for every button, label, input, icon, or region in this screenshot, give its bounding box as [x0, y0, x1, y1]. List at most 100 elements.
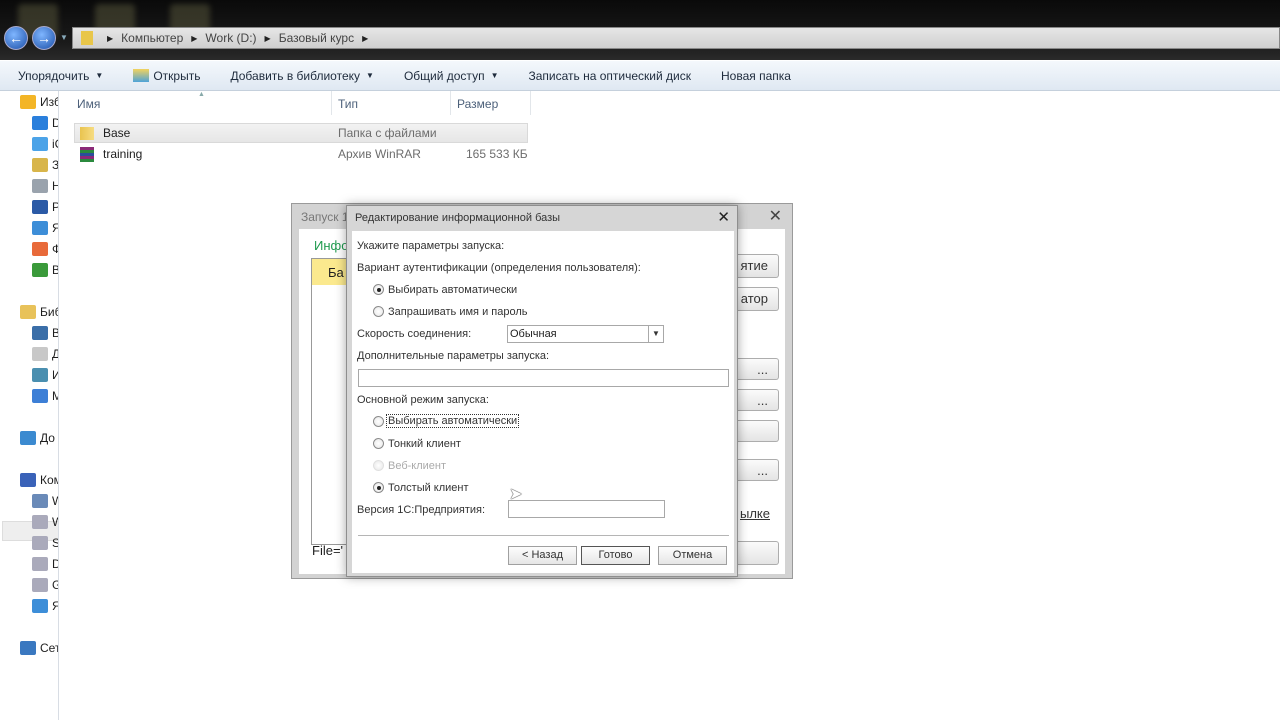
exit-button[interactable]: [738, 541, 779, 565]
nav-item[interactable]: Сет: [20, 641, 59, 655]
column-type[interactable]: Тип: [338, 97, 358, 111]
mailing-link[interactable]: ылке: [740, 506, 770, 521]
nav-item[interactable]: Н: [32, 179, 58, 193]
chevron-right-icon: ▶: [362, 33, 369, 43]
column-divider[interactable]: [331, 91, 332, 115]
nav-item[interactable]: Биб: [20, 305, 58, 319]
version-input[interactable]: [508, 500, 665, 518]
new-folder-button[interactable]: Новая папка: [721, 69, 791, 83]
add-library-label: Добавить в библиотеку: [230, 68, 361, 83]
nav-item[interactable]: Д: [32, 347, 58, 361]
nav-item-icon: [32, 158, 48, 172]
mode-thick-label[interactable]: Толстый клиент: [388, 482, 469, 494]
nav-item[interactable]: iC: [32, 137, 58, 151]
nav-item-label: W: [52, 515, 58, 529]
edit-button[interactable]: ...: [738, 389, 779, 411]
nav-item[interactable]: И: [32, 368, 58, 382]
auth-prompt-label[interactable]: Запрашивать имя и пароль: [388, 306, 527, 318]
close-icon[interactable]: ✕: [717, 208, 730, 226]
nav-item-icon: [32, 263, 48, 277]
settings-button[interactable]: ...: [738, 459, 779, 481]
breadcrumb-drive[interactable]: Work (D:): [205, 31, 256, 45]
new-folder-label: Новая папка: [720, 68, 791, 83]
nav-item[interactable]: М: [32, 389, 58, 403]
nav-item[interactable]: Я: [32, 599, 58, 613]
nav-item-label: З: [52, 158, 59, 172]
done-button[interactable]: Готово: [581, 546, 650, 565]
nav-item[interactable]: D: [32, 557, 58, 571]
version-label: Версия 1С:Предприятия:: [357, 504, 486, 516]
mode-thick-radio[interactable]: [373, 482, 384, 493]
nav-item-label: W: [52, 494, 58, 508]
delete-button[interactable]: [738, 420, 779, 442]
auth-prompt-radio[interactable]: [373, 306, 384, 317]
mode-auto-radio[interactable]: [373, 416, 384, 427]
nav-item[interactable]: W: [32, 515, 58, 529]
configurator-button[interactable]: атор: [738, 287, 779, 311]
nav-item-icon: [20, 305, 36, 319]
nav-item[interactable]: Изб: [20, 95, 59, 109]
nav-item-label: D: [52, 557, 58, 571]
nav-item-icon: [32, 116, 48, 130]
auth-auto-radio[interactable]: [373, 284, 384, 295]
back-nav-button[interactable]: ←: [4, 26, 28, 50]
add-to-library-button[interactable]: Добавить в библиотеку ▼: [230, 69, 373, 83]
nav-item-label: Р: [52, 200, 58, 214]
forward-nav-button[interactable]: →: [32, 26, 56, 50]
column-headers: ▲ Имя Тип Размер: [60, 91, 1280, 115]
nav-item-label: Н: [52, 179, 58, 193]
command-bar: Упорядочить ▼ Открыть Добавить в библиоте…: [0, 60, 1280, 91]
folder-icon: [81, 31, 93, 45]
chevron-down-icon[interactable]: ▼: [648, 326, 663, 342]
add-button[interactable]: ...: [738, 358, 779, 380]
nav-item[interactable]: Я: [32, 221, 58, 235]
nav-item[interactable]: В: [32, 326, 58, 340]
nav-item-label: Изб: [40, 95, 59, 109]
nav-item-label: Сет: [40, 641, 59, 655]
nav-item-icon: [32, 536, 48, 550]
nav-item-icon: [32, 368, 48, 382]
recent-pages-chevron-icon[interactable]: ▼: [60, 33, 68, 42]
nav-item[interactable]: Ф: [32, 242, 58, 256]
nav-item[interactable]: G: [32, 578, 58, 592]
file-row-training[interactable]: training Архив WinRAR 165 533 КБ: [74, 144, 528, 164]
back-button[interactable]: < Назад: [508, 546, 577, 565]
column-divider[interactable]: [450, 91, 451, 115]
column-size[interactable]: Размер: [457, 97, 498, 111]
auth-auto-label[interactable]: Выбирать автоматически: [388, 284, 517, 296]
mode-thin-label[interactable]: Тонкий клиент: [388, 438, 461, 450]
breadcrumb-folder[interactable]: Базовый курс: [279, 31, 354, 45]
speed-select[interactable]: Обычная ▼: [507, 325, 664, 343]
share-label: Общий доступ: [403, 68, 485, 83]
share-button[interactable]: Общий доступ ▼: [404, 69, 499, 83]
address-bar[interactable]: ▶ Компьютер ▶ Work (D:) ▶ Базовый курс ▶: [72, 27, 1280, 49]
nav-item[interactable]: W: [32, 494, 58, 508]
close-icon[interactable]: ✕: [769, 206, 782, 226]
organize-button[interactable]: Упорядочить ▼: [18, 69, 103, 83]
nav-item[interactable]: З: [32, 158, 59, 172]
auth-label: Вариант аутентификации (определения поль…: [357, 262, 641, 274]
nav-item[interactable]: Р: [32, 200, 58, 214]
nav-item-icon: [32, 515, 48, 529]
dropdown-arrow-icon: ▼: [366, 71, 374, 80]
breadcrumb-computer[interactable]: Компьютер: [121, 31, 183, 45]
nav-item[interactable]: S: [32, 536, 58, 550]
extra-params-input[interactable]: [358, 369, 729, 387]
sort-arrow-icon: ▲: [198, 91, 205, 98]
cancel-button[interactable]: Отмена: [658, 546, 727, 565]
file-row-base[interactable]: Base Папка с файлами: [74, 123, 528, 143]
nav-item[interactable]: Ком: [20, 473, 58, 487]
burn-button[interactable]: Записать на оптический диск: [528, 69, 691, 83]
launch-button[interactable]: ятие: [738, 254, 779, 278]
column-name[interactable]: Имя: [77, 97, 100, 111]
winrar-archive-icon: [80, 146, 94, 162]
open-button[interactable]: Открыть: [133, 69, 200, 83]
mode-thin-radio[interactable]: [373, 438, 384, 449]
organize-label: Упорядочить: [18, 68, 90, 83]
mode-auto-label[interactable]: Выбирать автоматически: [385, 414, 520, 428]
nav-item[interactable]: D: [32, 116, 58, 130]
nav-item[interactable]: До: [20, 431, 55, 445]
column-divider[interactable]: [530, 91, 531, 115]
nav-item[interactable]: В: [32, 263, 58, 277]
mode-label: Основной режим запуска:: [357, 394, 489, 406]
